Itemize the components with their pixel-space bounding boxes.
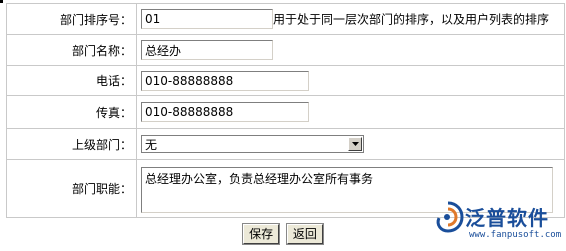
watermark-url: www.fanpusoft.com (469, 230, 562, 240)
dept-name-cell (136, 34, 565, 66)
fax-cell (136, 95, 565, 129)
department-form: 部门排序号： 用于处于同一层次部门的排序，以及用户列表的排序 部门名称： 电话：… (6, 3, 565, 218)
sort-number-input[interactable] (141, 9, 273, 29)
parent-dept-label: 上级部门： (6, 128, 137, 160)
sort-number-hint: 用于处于同一层次部门的排序，以及用户列表的排序 (273, 12, 550, 27)
dept-name-label: 部门名称： (6, 34, 137, 66)
fanpu-watermark-logo: 泛普软件 www.fanpusoft.com (429, 196, 561, 246)
form-row-dept-name: 部门名称： (6, 34, 565, 66)
sort-number-cell: 用于处于同一层次部门的排序，以及用户列表的排序 (136, 3, 565, 35)
watermark-brand-name: 泛普软件 (465, 206, 549, 230)
phone-cell (136, 65, 565, 96)
phone-input[interactable] (141, 70, 309, 91)
parent-dept-selected-value: 无 (145, 137, 158, 152)
dept-function-label: 部门职能： (6, 159, 137, 218)
sort-number-label: 部门排序号： (6, 3, 137, 35)
form-row-sort-number: 部门排序号： 用于处于同一层次部门的排序，以及用户列表的排序 (6, 3, 565, 35)
form-row-phone: 电话： (6, 65, 565, 96)
back-button[interactable]: 返回 (285, 223, 324, 245)
chevron-down-icon[interactable] (348, 137, 362, 151)
parent-dept-cell: 无 (136, 128, 565, 160)
dept-name-input[interactable] (141, 40, 273, 60)
parent-dept-select[interactable]: 无 (141, 135, 364, 153)
phone-label: 电话： (6, 65, 137, 96)
save-button[interactable]: 保存 (242, 223, 281, 245)
fanpu-logo-icon (436, 201, 464, 233)
form-row-parent-dept: 上级部门： 无 (6, 128, 565, 160)
fax-label: 传真： (6, 95, 137, 129)
fax-input[interactable] (141, 102, 309, 122)
form-row-fax: 传真： (6, 95, 565, 129)
corner-mark (0, 0, 3, 3)
